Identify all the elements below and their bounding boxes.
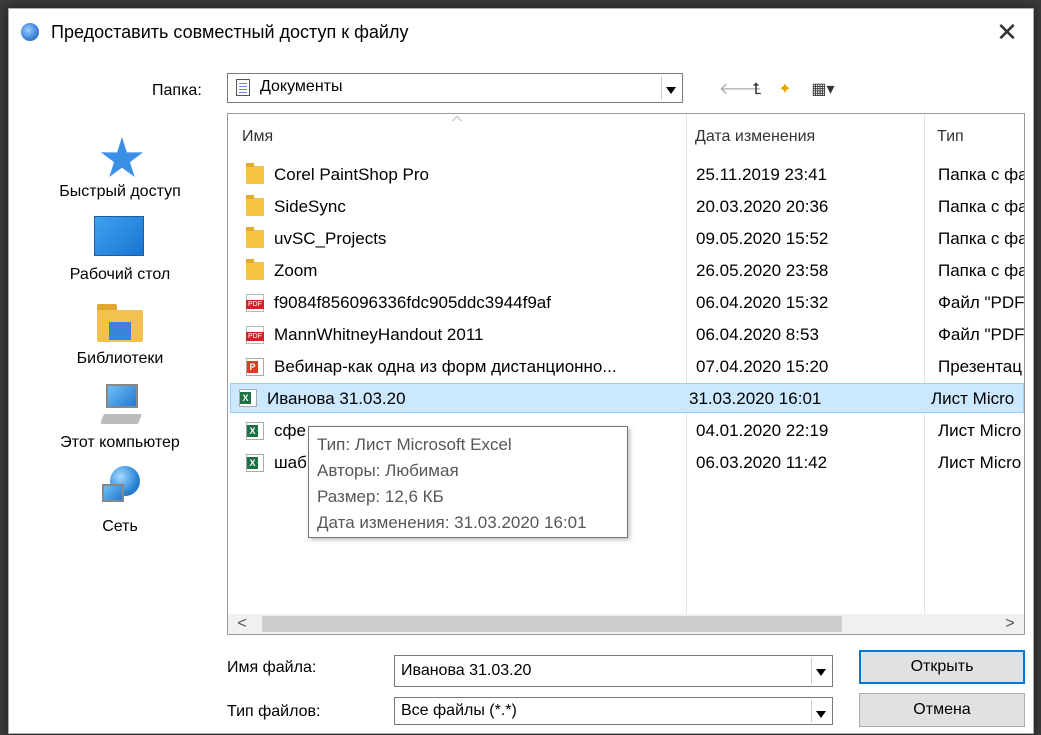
powerpoint-file-icon bbox=[246, 358, 264, 376]
excel-file-icon bbox=[246, 422, 264, 440]
file-name: uvSC_Projects bbox=[274, 229, 387, 248]
file-date: 06.04.2020 15:32 bbox=[696, 293, 829, 312]
file-date: 31.03.2020 16:01 bbox=[689, 389, 822, 408]
column-header-type[interactable]: Тип bbox=[937, 128, 964, 146]
filetype-select[interactable]: Все файлы (*.*) bbox=[394, 697, 833, 725]
chevron-down-icon[interactable] bbox=[811, 700, 830, 722]
file-row[interactable]: MannWhitneyHandout 2011 06.04.2020 8:53 … bbox=[236, 320, 1025, 350]
file-type: Лист Micro bbox=[931, 389, 1015, 408]
place-label: Этот компьютер bbox=[60, 434, 180, 451]
file-date: 20.03.2020 20:36 bbox=[696, 197, 829, 216]
file-type: Файл "PDF' bbox=[938, 325, 1025, 344]
pdf-file-icon bbox=[246, 294, 264, 312]
new-folder-icon[interactable]: ✦ bbox=[775, 81, 795, 99]
file-date: 25.11.2019 23:41 bbox=[696, 165, 828, 184]
sort-ascending-icon bbox=[452, 116, 462, 124]
network-icon bbox=[102, 466, 142, 506]
up-folder-icon[interactable]: ⮤ bbox=[747, 81, 767, 99]
file-type: Папка с фа bbox=[938, 229, 1025, 248]
filename-input[interactable]: Иванова 31.03.20 bbox=[394, 655, 833, 687]
tooltip-authors: Авторы: Любимая bbox=[317, 461, 459, 480]
folder-icon bbox=[246, 195, 264, 216]
folder-icon bbox=[246, 163, 264, 184]
file-share-dialog: Предоставить совместный доступ к файлу ✕… bbox=[8, 8, 1034, 734]
filetype-value: Все файлы (*.*) bbox=[401, 702, 517, 719]
tooltip-type: Тип: Лист Microsoft Excel bbox=[317, 435, 512, 454]
file-row[interactable]: Вебинар-как одна из форм дистанционно...… bbox=[236, 352, 1024, 382]
chevron-down-icon[interactable] bbox=[811, 658, 830, 684]
place-label: Сеть bbox=[102, 518, 138, 535]
file-name: Zoom bbox=[274, 261, 318, 280]
column-header-date[interactable]: Дата изменения bbox=[695, 128, 815, 146]
file-date: 26.05.2020 23:58 bbox=[696, 261, 829, 280]
documents-icon bbox=[236, 79, 250, 96]
filename-label: Имя файла: bbox=[227, 659, 317, 676]
horizontal-scrollbar[interactable]: < > bbox=[228, 614, 1024, 634]
file-date: 06.03.2020 11:42 bbox=[696, 453, 828, 472]
desktop-icon bbox=[94, 216, 144, 256]
scroll-left-icon[interactable]: < bbox=[232, 614, 252, 634]
file-type: Лист Micro bbox=[938, 421, 1022, 440]
file-type: Презентац bbox=[938, 357, 1022, 376]
excel-file-icon bbox=[239, 389, 257, 407]
file-row-selected[interactable]: Иванова 31.03.20 31.03.2020 16:01 Лист M… bbox=[230, 383, 1024, 413]
folder-select[interactable]: Документы bbox=[227, 73, 683, 103]
file-name: Corel PaintShop Pro bbox=[274, 165, 429, 184]
file-row[interactable]: f9084f856096336fdc905ddc3944f9af 06.04.2… bbox=[236, 288, 1025, 318]
scrollbar-thumb[interactable] bbox=[262, 616, 842, 632]
title-bar: Предоставить совместный доступ к файлу ✕ bbox=[9, 9, 1033, 55]
pdf-file-icon bbox=[246, 326, 264, 344]
file-row[interactable]: uvSC_Projects 09.05.2020 15:52 Папка с ф… bbox=[236, 224, 1025, 254]
excel-file-icon bbox=[246, 454, 264, 472]
scroll-right-icon[interactable]: > bbox=[1000, 614, 1020, 634]
back-icon[interactable]: 🡐 bbox=[719, 81, 762, 99]
computer-icon bbox=[100, 384, 142, 428]
file-list[interactable]: Имя Дата изменения Тип Corel PaintShop P… bbox=[227, 113, 1025, 635]
file-date: 07.04.2020 15:20 bbox=[696, 357, 829, 376]
tooltip-modified: Дата изменения: 31.03.2020 16:01 bbox=[317, 513, 587, 532]
file-name: Вебинар-как одна из форм дистанционно... bbox=[274, 357, 617, 376]
place-label: Быстрый доступ bbox=[59, 183, 181, 200]
close-button[interactable]: ✕ bbox=[989, 15, 1025, 49]
folder-icon bbox=[246, 227, 264, 248]
file-name: SideSync bbox=[274, 197, 346, 216]
folder-icon bbox=[246, 259, 264, 280]
place-this-pc[interactable]: Этот компьютер bbox=[45, 380, 195, 462]
place-libraries[interactable]: Библиотеки bbox=[45, 296, 195, 378]
filename-value[interactable]: Иванова 31.03.20 bbox=[401, 662, 531, 680]
folder-select-value: Документы bbox=[260, 78, 343, 95]
filetype-label: Тип файлов: bbox=[227, 703, 321, 720]
file-type: Файл "PDF' bbox=[938, 293, 1025, 312]
place-quick-access[interactable]: Быстрый доступ bbox=[45, 129, 195, 211]
window-title: Предоставить совместный доступ к файлу bbox=[51, 22, 409, 42]
file-type: Лист Micro bbox=[938, 453, 1022, 472]
place-desktop[interactable]: Рабочий стол bbox=[45, 212, 195, 294]
file-date: 09.05.2020 15:52 bbox=[696, 229, 829, 248]
app-icon bbox=[21, 23, 39, 41]
file-type: Папка с фа bbox=[938, 261, 1025, 280]
column-header-name[interactable]: Имя bbox=[242, 128, 273, 146]
file-type: Папка с фа bbox=[938, 165, 1025, 184]
file-row[interactable]: Corel PaintShop Pro 25.11.2019 23:41 Пап… bbox=[236, 160, 1025, 190]
cancel-button[interactable]: Отмена bbox=[859, 693, 1025, 727]
file-date: 04.01.2020 22:19 bbox=[696, 421, 829, 440]
file-name: Иванова 31.03.20 bbox=[267, 389, 406, 408]
folder-label: Папка: bbox=[152, 82, 202, 99]
file-type: Папка с фа bbox=[938, 197, 1025, 216]
view-menu-icon[interactable]: ▦▾ bbox=[805, 81, 841, 99]
place-label: Библиотеки bbox=[76, 350, 164, 367]
file-date: 06.04.2020 8:53 bbox=[696, 325, 819, 344]
libraries-icon bbox=[97, 304, 143, 342]
chevron-down-icon[interactable] bbox=[661, 76, 680, 100]
file-row[interactable]: Zoom 26.05.2020 23:58 Папка с фа bbox=[236, 256, 1025, 286]
file-name: MannWhitneyHandout 2011 bbox=[274, 325, 484, 344]
file-row[interactable]: SideSync 20.03.2020 20:36 Папка с фа bbox=[236, 192, 1025, 222]
tooltip-size: Размер: 12,6 КБ bbox=[317, 487, 444, 506]
file-info-tooltip: Тип: Лист Microsoft Excel Авторы: Любима… bbox=[308, 426, 628, 538]
place-label: Рабочий стол bbox=[69, 266, 171, 283]
open-button[interactable]: Открыть bbox=[859, 650, 1025, 684]
star-icon bbox=[100, 137, 144, 178]
place-network[interactable]: Сеть bbox=[45, 464, 195, 546]
file-name: f9084f856096336fdc905ddc3944f9af bbox=[274, 293, 551, 312]
